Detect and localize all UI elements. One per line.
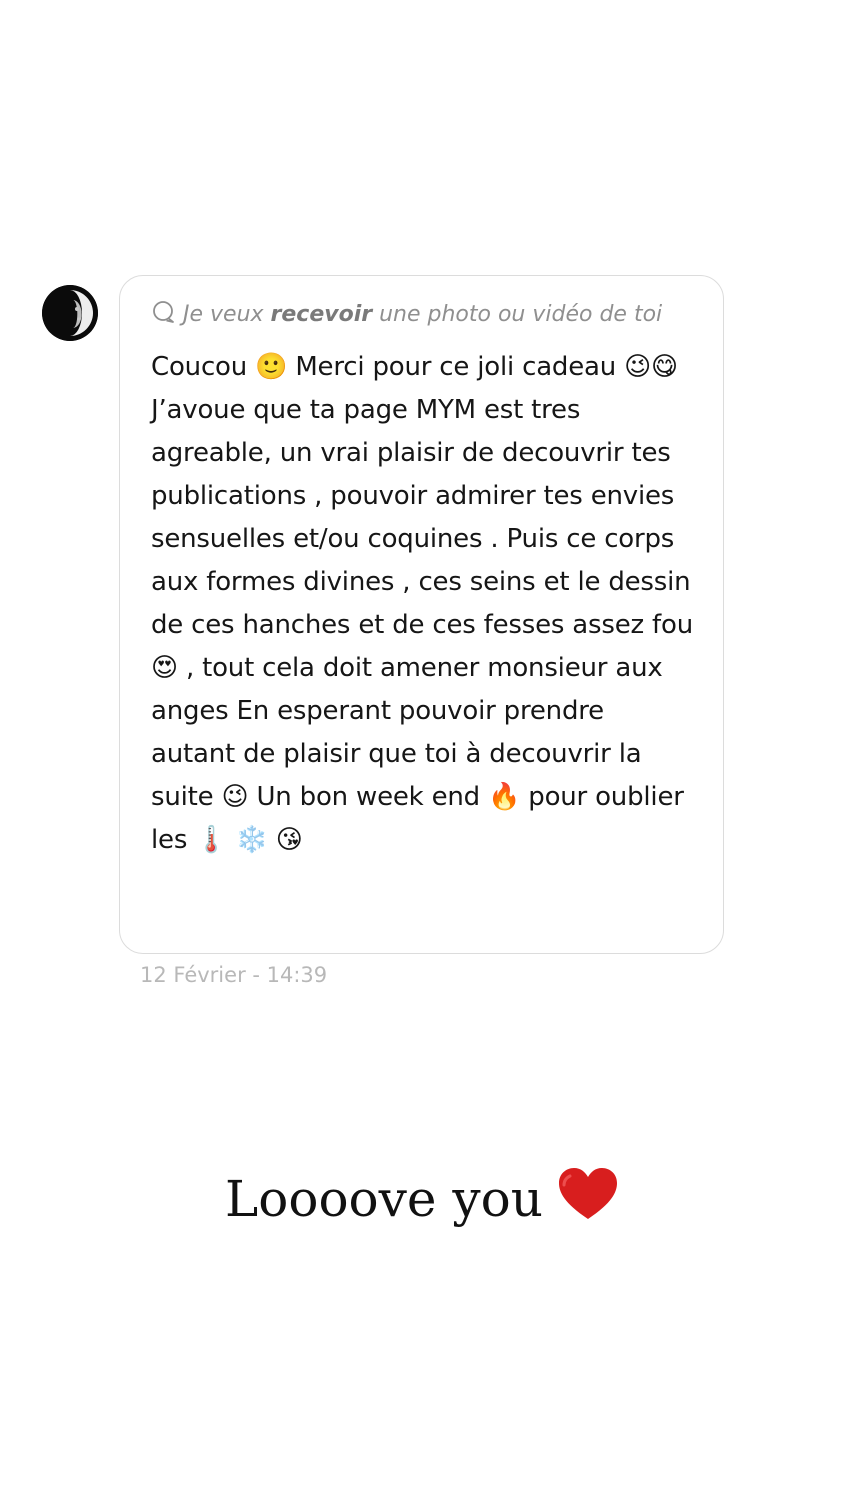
- request-line: Je veux recevoir une photo ou vidéo de t…: [151, 294, 693, 339]
- message-body: Coucou 🙂 Merci pour ce joli cadeau 😉😋 J’…: [151, 352, 693, 855]
- request-emphasis: recevoir: [270, 302, 373, 327]
- moon-avatar-icon: [42, 285, 98, 341]
- heart-icon: [557, 1166, 619, 1234]
- caption: Loooove you: [0, 1166, 844, 1234]
- message-timestamp: 12 Février - 14:39: [140, 963, 328, 987]
- request-suffix: une photo ou vidéo de toi: [372, 302, 663, 327]
- avatar[interactable]: [42, 285, 98, 341]
- request-prefix: Je veux: [183, 302, 271, 327]
- caption-text: Loooove you: [225, 1170, 543, 1228]
- message-bubble[interactable]: Je veux recevoir une photo ou vidéo de t…: [119, 275, 724, 954]
- speech-bubble-icon: [151, 297, 175, 339]
